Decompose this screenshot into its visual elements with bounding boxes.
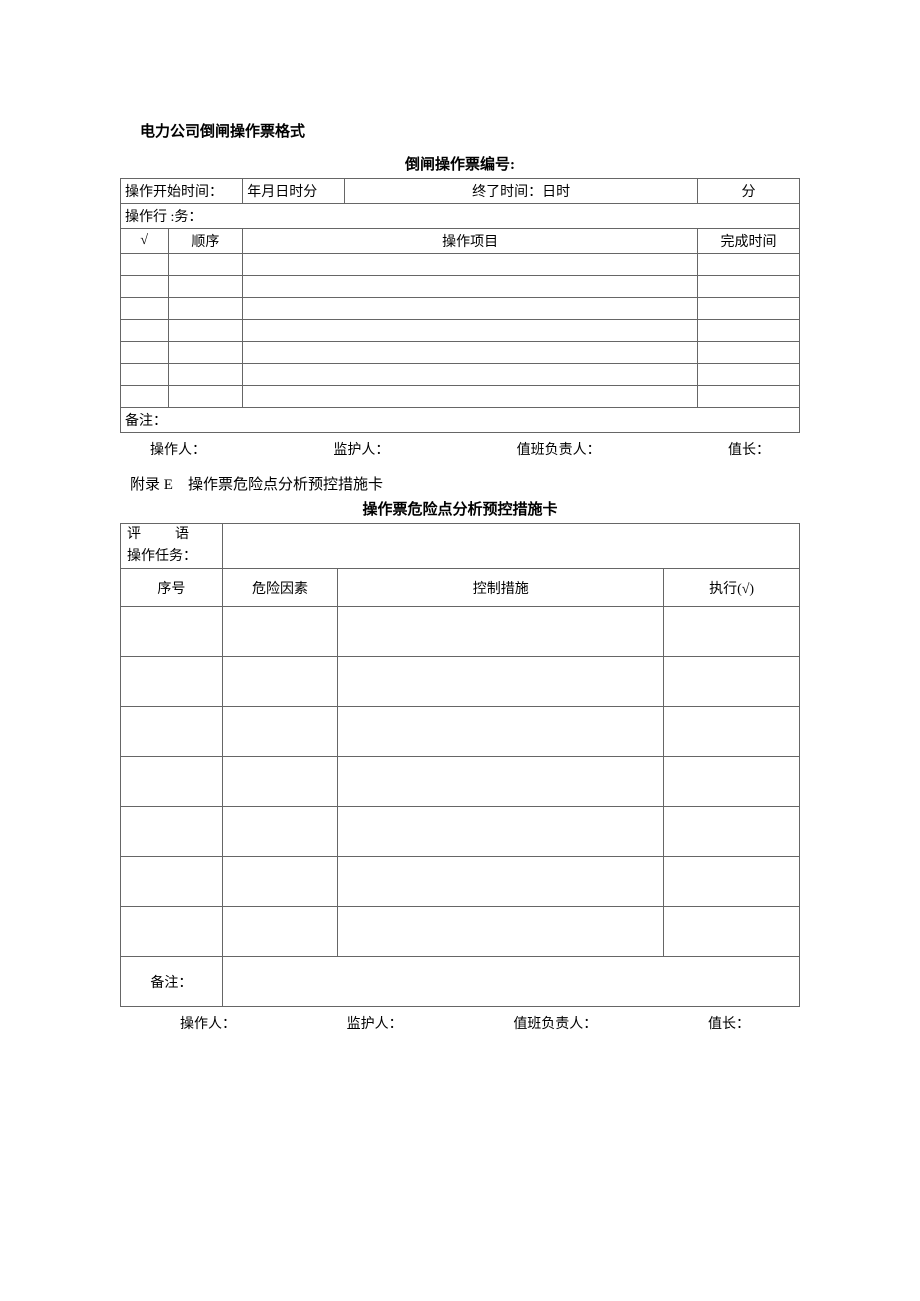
start-time-label: 操作开始时间： (121, 179, 243, 204)
card-row (121, 807, 800, 857)
appendix-title: 操作票危险点分析预控措施卡 (188, 477, 383, 493)
card-row (121, 857, 800, 907)
signature-line-2: 操作人： 监护人： 值班负责人： 值长： (120, 1007, 800, 1033)
card-header-row: 序号 危险因素 控制措施 执行(√) (121, 569, 800, 607)
card-row (121, 657, 800, 707)
card-note-cell (222, 957, 799, 1007)
table1-row (121, 386, 800, 408)
card-comment-cell (222, 524, 799, 569)
task-row: 操作行 :务： (121, 204, 800, 229)
time-row: 操作开始时间： 年月日时分 终了时间：日时 分 (121, 179, 800, 204)
appendix-heading: 附录 E 操作票危险点分析预控措施卡 (120, 473, 800, 494)
col-check: √ (121, 229, 169, 254)
table1-row (121, 342, 800, 364)
form-number-label: 倒闸操作票编号: (120, 153, 800, 174)
table1-row (121, 320, 800, 342)
card-comment-label: 评 语 (121, 524, 223, 547)
card-title: 操作票危险点分析预控措施卡 (120, 498, 800, 519)
operation-ticket-table: 操作开始时间： 年月日时分 终了时间：日时 分 操作行 :务： √ 顺序 操作项… (120, 178, 800, 433)
col-item: 操作项目 (243, 229, 698, 254)
card-col-risk: 危险因素 (222, 569, 337, 607)
sig1-operator: 操作人： (150, 439, 206, 459)
col-seq: 顺序 (168, 229, 243, 254)
document-title: 电力公司倒闸操作票格式 (120, 120, 800, 141)
sig2-operator: 操作人： (180, 1013, 236, 1033)
card-task-label: 操作任务： (121, 546, 223, 569)
table1-row (121, 298, 800, 320)
card-col-exec: 执行(√) (664, 569, 800, 607)
card-row (121, 907, 800, 957)
table1-row (121, 276, 800, 298)
table1-header-row: √ 顺序 操作项目 完成时间 (121, 229, 800, 254)
card-note-label: 备注： (121, 957, 223, 1007)
sig2-supervisor: 监护人： (347, 1013, 403, 1033)
sig2-duty-chief: 值班负责人： (513, 1013, 597, 1033)
page-container: 电力公司倒闸操作票格式 倒闸操作票编号: 操作开始时间： 年月日时分 终了时间：… (0, 0, 920, 1093)
sig1-shift-leader: 值长： (728, 439, 770, 459)
risk-card-table: 评 语 操作任务： 序号 危险因素 控制措施 执行(√) 备注： (120, 523, 800, 1007)
table1-row (121, 254, 800, 276)
sig1-duty-chief: 值班负责人： (517, 439, 601, 459)
minute-label: 分 (698, 179, 800, 204)
card-col-seq: 序号 (121, 569, 223, 607)
table1-note-row: 备注： (121, 408, 800, 433)
start-time-fields: 年月日时分 (243, 179, 345, 204)
appendix-letter: E (164, 477, 173, 493)
appendix-prefix: 附录 (130, 477, 160, 493)
col-done: 完成时间 (698, 229, 800, 254)
card-comment-row: 评 语 (121, 524, 800, 547)
card-row (121, 707, 800, 757)
signature-line-1: 操作人： 监护人： 值班负责人： 值长： (120, 433, 800, 473)
card-note-row: 备注： (121, 957, 800, 1007)
sig1-supervisor: 监护人： (333, 439, 389, 459)
table1-row (121, 364, 800, 386)
sig2-shift-leader: 值长： (708, 1013, 750, 1033)
card-row (121, 757, 800, 807)
card-row (121, 607, 800, 657)
task-label: 操作行 :务： (121, 204, 800, 229)
end-time-label: 终了时间：日时 (345, 179, 698, 204)
table1-note-label: 备注： (121, 408, 800, 433)
card-col-control: 控制措施 (338, 569, 664, 607)
